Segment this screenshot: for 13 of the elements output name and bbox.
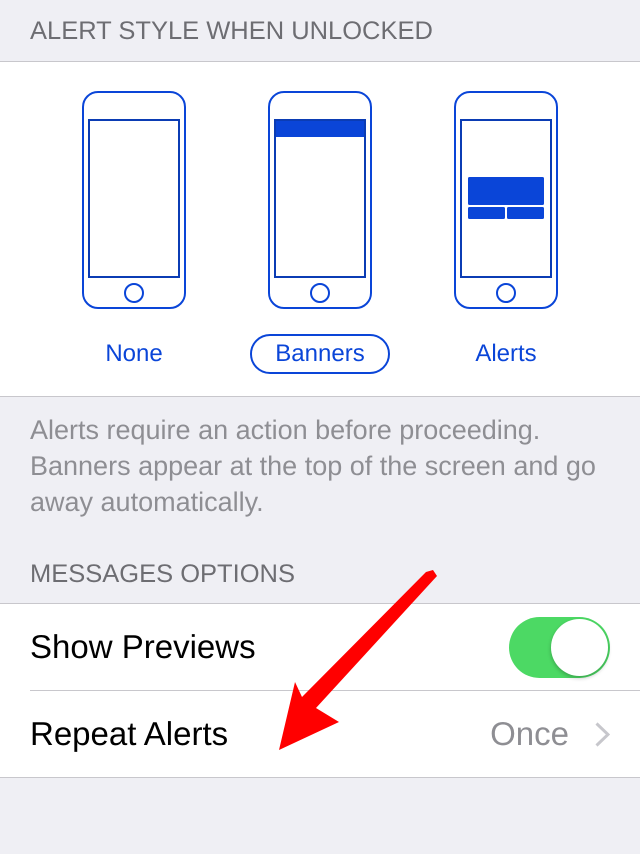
alert-style-option[interactable]: None <box>80 334 188 374</box>
phone-dialog-icon[interactable] <box>454 91 558 309</box>
row-value: Once <box>490 714 569 754</box>
section-footer-text: Alerts require an action before proceeding. Banners appear at the top of the screen and go away automatically. <box>29 414 597 519</box>
row-label: Show Previews <box>30 627 257 668</box>
alert-style-option[interactable]: Alerts <box>450 334 562 374</box>
phone-banner-icon[interactable] <box>268 91 372 309</box>
section-header: MESSAGES OPTIONS <box>29 559 296 590</box>
alert-style-option[interactable]: Banners <box>250 334 390 374</box>
section-header: ALERT STYLE WHEN UNLOCKED <box>29 16 434 47</box>
row-label: Repeat Alerts <box>30 714 230 754</box>
toggle-switch[interactable] <box>509 616 610 678</box>
phone-icon[interactable] <box>82 91 186 309</box>
